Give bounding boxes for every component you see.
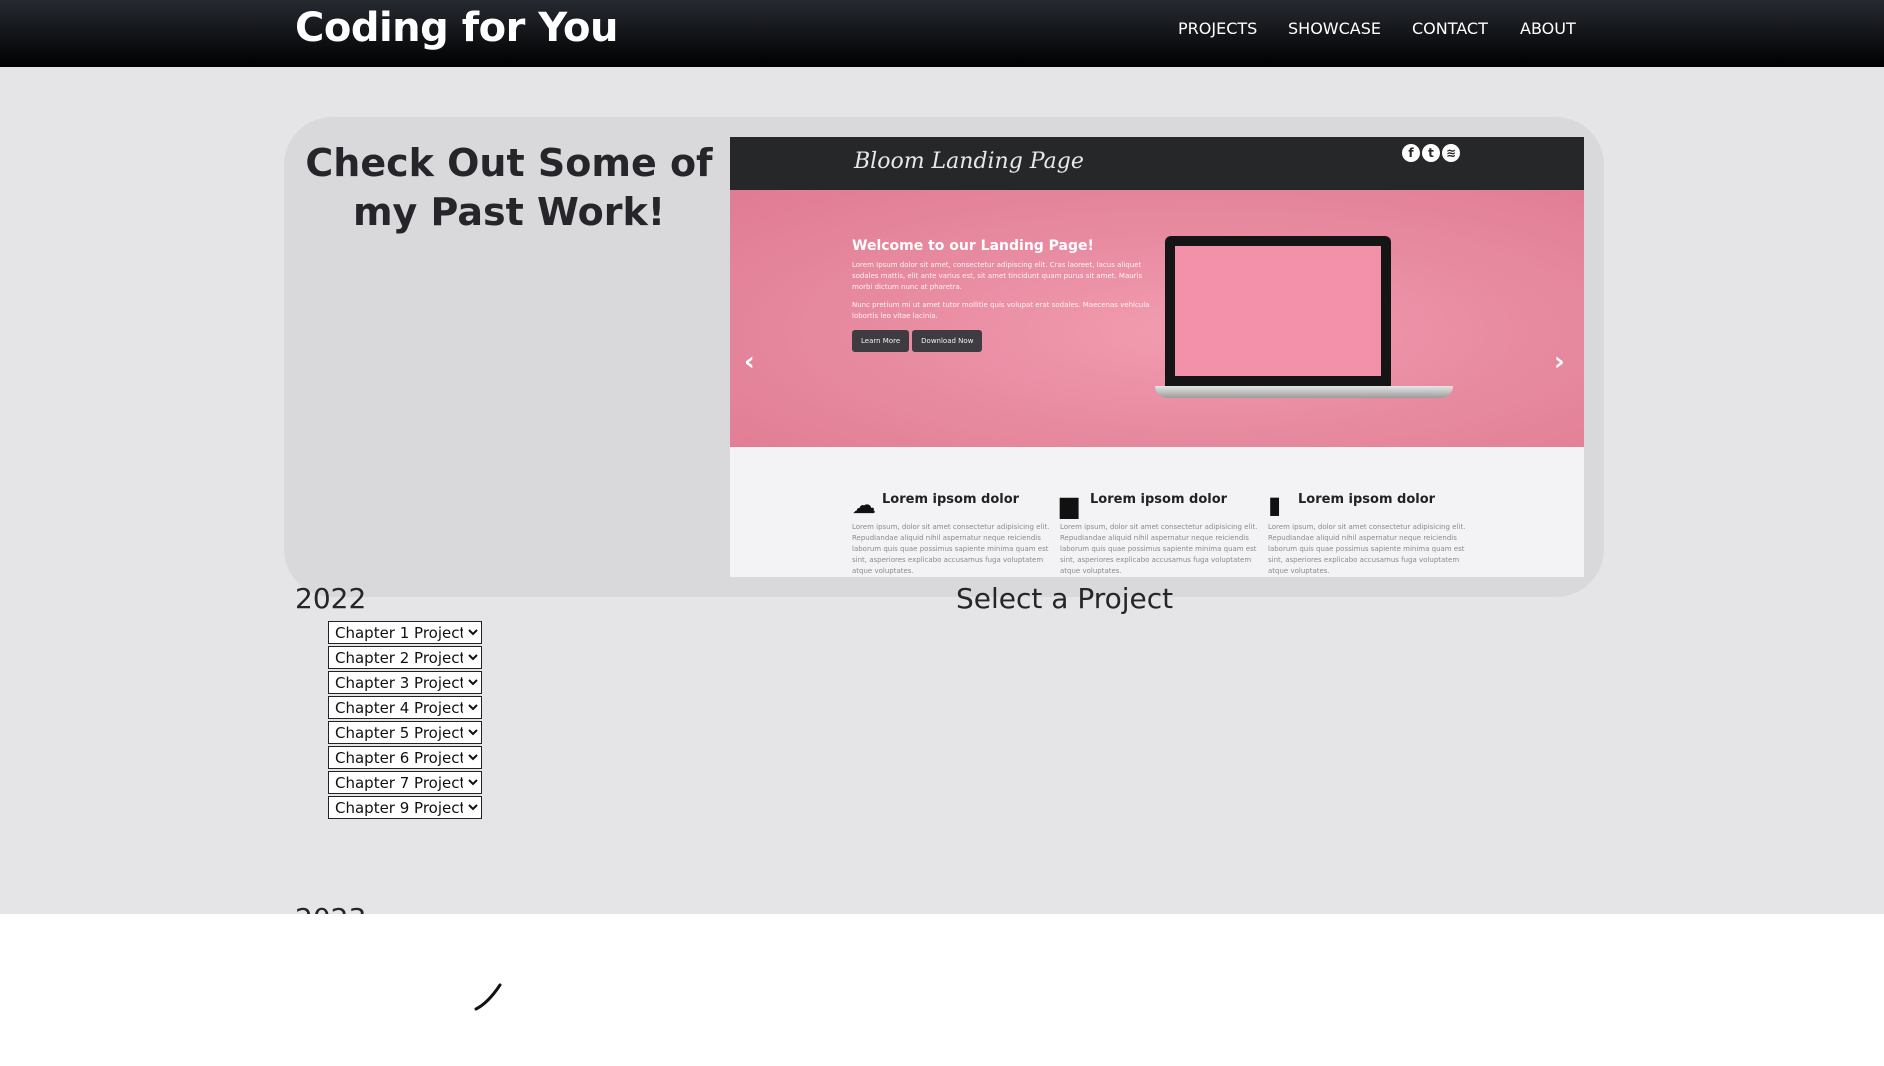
year-heading-next: 2023 [295,902,366,914]
chapter-1-select[interactable]: Chapter 1 Projects [328,621,482,644]
brand-title[interactable]: Coding for You [295,0,619,58]
slide-download-button: Download Now [912,330,983,352]
feature-title: Lorem ipsom dolor [882,492,1020,507]
chapter-3-select[interactable]: Chapter 3 Projects [328,671,482,694]
top-navbar: Coding for You PROJECTS SHOWCASE CONTACT… [0,0,1884,67]
hero-title: Check Out Some of my Past Work! [305,141,713,234]
year-heading: 2022 [295,582,367,615]
slide-learn-more-button: Learn More [852,330,910,352]
scribble-mark [474,983,502,1011]
select-project-title: Select a Project [956,582,1174,615]
chapter-2-select[interactable]: Chapter 2 Projects [328,646,482,669]
wifi-icon: ≋ [1442,144,1460,162]
laptop-image [1165,236,1391,386]
slide-paragraph: Lorem Ipsum dolor sit amet, consectetur … [852,261,1143,291]
feature-title: Lorem ipsom dolor [1298,492,1436,507]
nav-contact[interactable]: CONTACT [1412,0,1488,58]
hero-card: Check Out Some of my Past Work! Bloom La… [284,117,1604,597]
feature-text: Lorem ipsum, dolor sit amet consectetur … [852,523,1050,575]
project-carousel[interactable]: Bloom Landing Page f t ≋ Welcome to our … [730,137,1584,577]
slide-social-icons: f t ≋ [1402,144,1460,162]
chapter-4-select[interactable]: Chapter 4 Projects [328,696,482,719]
slide-hero: Welcome to our Landing Page! Lorem Ipsum… [730,190,1584,447]
laptop-base [1155,386,1453,398]
document-icon: ▮ [1268,491,1282,519]
slide-logo: Bloom Landing Page [854,149,1084,174]
page-content: Check Out Some of my Past Work! Bloom La… [0,67,1884,914]
chapter-7-select[interactable]: Chapter 7 Projects [328,771,482,794]
chapter-select-list: Chapter 1 Projects Chapter 2 Projects Ch… [328,621,482,821]
nav-projects[interactable]: PROJECTS [1178,0,1257,58]
chat-icon: ▆ [1060,491,1079,519]
chevron-right-icon[interactable]: › [1554,347,1565,377]
feature-text: Lorem ipsum, dolor sit amet consectetur … [1060,523,1258,575]
chapter-6-select[interactable]: Chapter 6 Projects [328,746,482,769]
chapter-9-select[interactable]: Chapter 9 Projects [328,796,482,819]
nav-about[interactable]: ABOUT [1520,0,1576,58]
nav-showcase[interactable]: SHOWCASE [1288,0,1381,58]
chevron-left-icon[interactable]: ‹ [744,347,755,377]
feature-text: Lorem ipsum, dolor sit amet consectetur … [1268,523,1466,575]
twitter-icon: t [1422,144,1440,162]
slide-paragraph: Nunc pretium mi ut amet tutor mollitie q… [852,301,1150,320]
slide-buttons: Learn More Download Now [852,330,983,352]
slide-headline: Welcome to our Landing Page! [852,238,1094,254]
slide-header: Bloom Landing Page f t ≋ [730,137,1584,190]
cloud-download-icon: ☁ [852,491,876,519]
chapter-5-select[interactable]: Chapter 5 Projects [328,721,482,744]
facebook-icon: f [1402,144,1420,162]
feature-title: Lorem ipsom dolor [1090,492,1228,507]
